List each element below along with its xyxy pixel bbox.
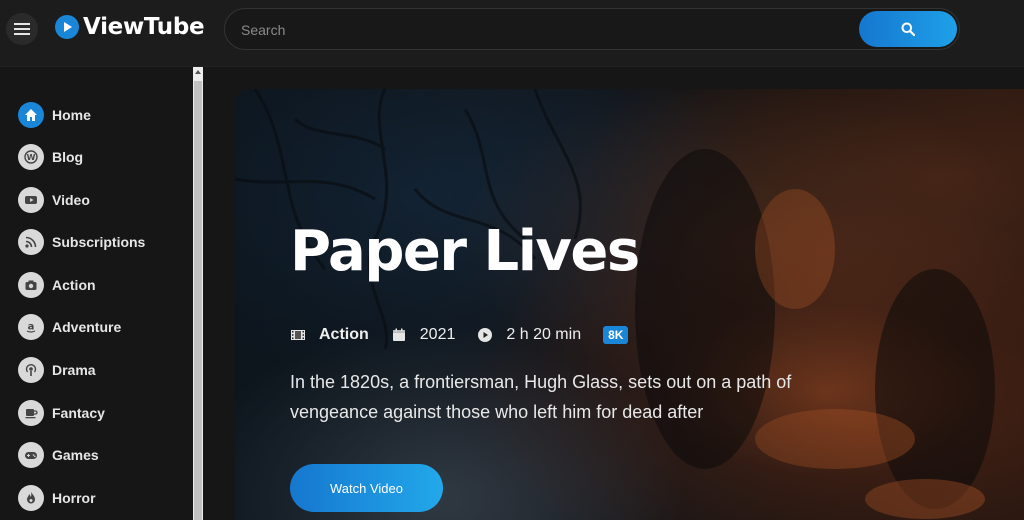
gamepad-icon <box>18 442 44 468</box>
sidebar-item-label: Home <box>52 107 91 123</box>
sidebar-item-home[interactable]: Home <box>18 100 91 130</box>
sidebar-item-label: Video <box>52 192 90 208</box>
play-logo-icon <box>55 15 79 39</box>
sidebar-item-action[interactable]: Action <box>18 270 96 300</box>
play-circle-icon <box>478 328 493 342</box>
top-header: ViewTube <box>0 0 1024 67</box>
search-bar <box>224 8 960 51</box>
sidebar-item-label: Games <box>52 447 99 463</box>
search-input[interactable] <box>239 9 843 51</box>
movie-title: Paper Lives <box>290 219 640 284</box>
brand-logo[interactable]: ViewTube <box>55 14 205 40</box>
movie-description: In the 1820s, a frontiersman, Hugh Glass… <box>290 372 792 422</box>
youtube-icon <box>18 187 44 213</box>
podcast-icon <box>18 357 44 383</box>
sidebar-item-label: Fantacy <box>52 405 105 421</box>
sidebar-item-label: Action <box>52 277 96 293</box>
calendar-icon <box>392 328 405 341</box>
brand-name: ViewTube <box>83 14 205 40</box>
hero-banner: Paper Lives Action 2021 2 h 20 min 8K In… <box>235 89 1024 520</box>
genre-text: Action <box>319 326 369 343</box>
svg-text:a: a <box>28 322 35 333</box>
search-icon <box>901 22 915 36</box>
wordpress-icon: W <box>18 144 44 170</box>
amazon-icon: a <box>18 314 44 340</box>
watch-video-button[interactable]: Watch Video <box>290 464 443 512</box>
scroll-up-arrow-icon[interactable] <box>194 69 202 75</box>
sidebar-item-drama[interactable]: Drama <box>18 355 96 385</box>
sidebar-item-fantacy[interactable]: Fantacy <box>18 398 105 428</box>
sidebar-item-label: Subscriptions <box>52 234 146 250</box>
sidebar-scrollbar[interactable] <box>193 67 203 520</box>
sidebar-item-games[interactable]: Games <box>18 440 99 470</box>
coffee-icon <box>18 400 44 426</box>
movie-meta: Action 2021 2 h 20 min 8K <box>290 325 629 345</box>
sidebar-item-label: Drama <box>52 362 96 378</box>
camera-icon <box>18 272 44 298</box>
rss-icon <box>18 229 44 255</box>
duration-meta: 2 h 20 min <box>477 326 581 344</box>
sidebar-item-label: Horror <box>52 490 96 506</box>
year-meta: 2021 <box>391 326 456 344</box>
sidebar-item-blog[interactable]: W Blog <box>18 142 83 172</box>
fire-icon <box>18 485 44 511</box>
year-text: 2021 <box>419 326 456 343</box>
sidebar-item-adventure[interactable]: a Adventure <box>18 312 121 342</box>
sidebar-item-horror[interactable]: Horror <box>18 483 96 513</box>
sidebar: Home W Blog Video Subscriptions Action a… <box>0 67 193 520</box>
sidebar-item-video[interactable]: Video <box>18 185 90 215</box>
hero-overlay <box>235 89 1024 520</box>
search-button[interactable] <box>859 11 957 47</box>
home-icon <box>18 102 44 128</box>
svg-text:W: W <box>27 153 36 162</box>
scrollbar-thumb[interactable] <box>194 81 202 520</box>
sidebar-item-label: Adventure <box>52 319 122 335</box>
duration-text: 2 h 20 min <box>506 326 582 343</box>
genre-meta: Action <box>290 326 369 344</box>
hamburger-menu-button[interactable] <box>6 13 38 45</box>
sidebar-item-subscriptions[interactable]: Subscriptions <box>18 227 145 257</box>
quality-badge: 8K <box>603 326 629 344</box>
film-icon <box>291 330 305 340</box>
hamburger-icon <box>14 23 30 35</box>
sidebar-item-label: Blog <box>52 149 84 165</box>
